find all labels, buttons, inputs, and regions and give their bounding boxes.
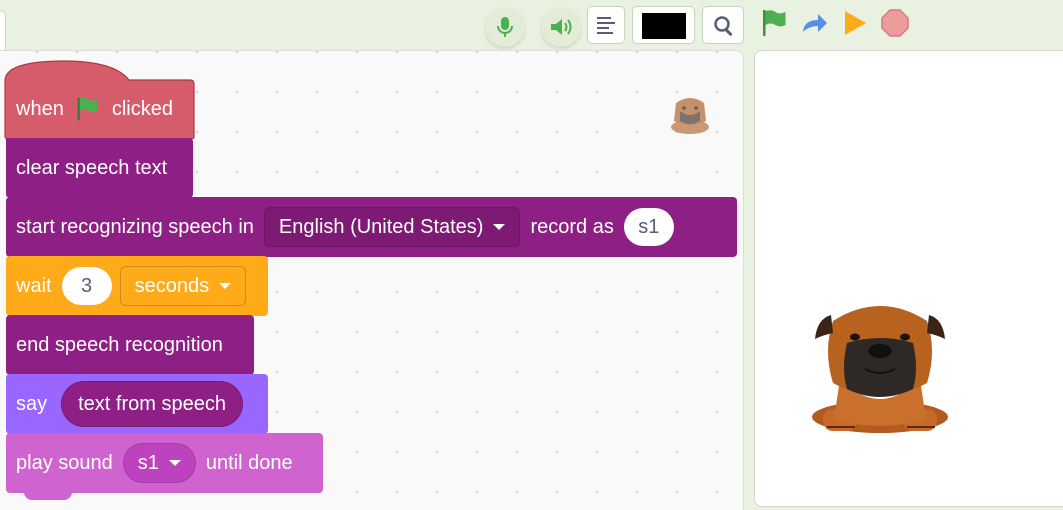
sound-dropdown[interactable]: s1 (122, 443, 196, 483)
color-swatch-button[interactable] (632, 6, 695, 44)
end-speech-label: end speech recognition (16, 333, 223, 356)
end-speech-recognition-block[interactable]: end speech recognition (6, 315, 254, 375)
green-flag-icon[interactable] (760, 8, 790, 38)
language-dropdown[interactable]: English (United States) (263, 207, 521, 247)
wait-label: wait (16, 274, 52, 297)
clear-speech-label: clear speech text (16, 156, 168, 179)
say-block[interactable]: say text from speech (6, 374, 268, 434)
speaker-icon (551, 19, 572, 35)
top-toolbar (0, 0, 1063, 52)
record-as-label: record as (530, 215, 614, 238)
start-recognizing-speech-block[interactable]: start recognizing speech in English (Uni… (6, 197, 737, 257)
when-flag-clicked-block[interactable]: when clicked (5, 80, 173, 138)
chevron-down-icon (168, 460, 181, 466)
text-from-speech-reporter[interactable]: text from speech (61, 381, 243, 427)
stop-icon[interactable] (880, 8, 910, 38)
until-done-label: until done (205, 451, 293, 474)
sprite-thumbnail-icon (671, 98, 709, 134)
tab-edge[interactable] (0, 10, 6, 52)
run-icon[interactable] (840, 8, 870, 38)
time-unit-dropdown[interactable]: seconds (119, 266, 247, 306)
search-icon (714, 16, 733, 36)
wait-block[interactable]: wait 3 seconds (6, 256, 268, 316)
start-recognizing-label: start recognizing speech in (16, 215, 254, 238)
list-button[interactable] (587, 6, 625, 44)
block-bottom-notch (24, 492, 72, 500)
chevron-down-icon (493, 224, 506, 230)
dog-sprite[interactable] (805, 299, 955, 441)
microphone-icon (497, 17, 513, 37)
language-value: English (United States) (278, 215, 484, 238)
clear-speech-text-block[interactable]: clear speech text (6, 138, 193, 198)
list-icon (597, 17, 615, 34)
hat-when-label: when (16, 97, 64, 120)
turbo-mode-icon[interactable] (800, 8, 830, 38)
search-button[interactable] (702, 6, 744, 44)
time-unit-value: seconds (134, 274, 210, 297)
play-sound-label: play sound (16, 451, 113, 474)
stage[interactable] (754, 50, 1063, 507)
play-sound-until-done-block[interactable]: play sound s1 until done (6, 433, 323, 493)
color-swatch (642, 13, 686, 39)
code-area[interactable]: when clicked clear speech text start rec… (0, 50, 744, 510)
speaker-button[interactable] (541, 7, 581, 47)
green-flag-icon (77, 97, 97, 121)
wait-duration-input[interactable]: 3 (61, 267, 112, 305)
chevron-down-icon (219, 283, 232, 289)
record-name-input[interactable]: s1 (623, 208, 674, 246)
microphone-button[interactable] (485, 7, 525, 47)
hat-clicked-label: clicked (111, 97, 173, 120)
sound-value: s1 (137, 451, 159, 474)
say-label: say (16, 392, 48, 415)
